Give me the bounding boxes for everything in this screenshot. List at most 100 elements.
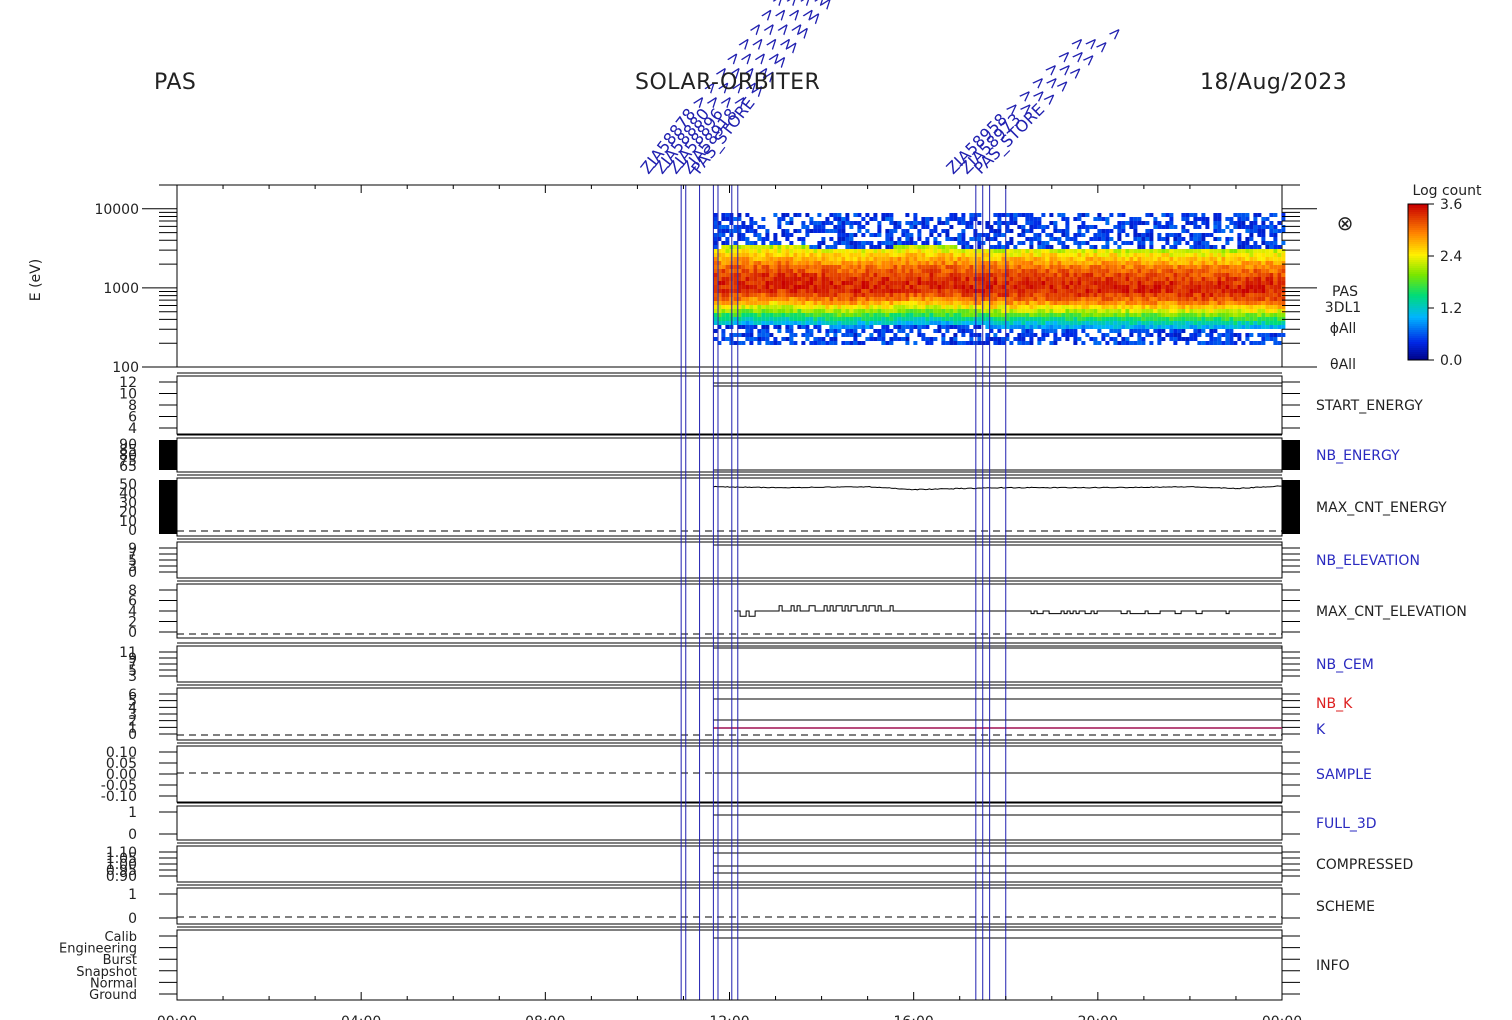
spectrogram-cell [769,305,774,309]
spectrogram-cell [1225,277,1230,281]
spectrogram-cell [881,341,886,345]
spectrogram-cell [1129,281,1134,285]
colorbar-tick-label: 1.2 [1440,301,1462,317]
spectrogram-cell [1249,281,1254,285]
spectrogram-cell [753,265,758,269]
spectrogram-cell [821,273,826,277]
spectrogram-cell [1017,261,1022,265]
spectrogram-cell [829,253,834,257]
spectrogram-cell [781,217,786,221]
side-label-theta: θAll [1330,357,1356,373]
spectrogram-cell [949,301,954,305]
spectrogram-cell [1193,337,1198,341]
spectrogram-cell [761,253,766,257]
spectrogram-cell [837,265,842,269]
spectrogram-cell [1209,277,1214,281]
spectrogram-cell [745,333,750,337]
spectrogram-cell [1049,257,1054,261]
spectrogram-cell [809,265,814,269]
spectrogram-cell [797,229,802,233]
spectrogram-cell [801,321,806,325]
spectrogram-cell [885,329,890,333]
spectrogram-cell [1069,265,1074,269]
spectrogram-cell [1033,273,1038,277]
spectrogram-cell [829,213,834,217]
spectrogram-cell [1101,245,1106,249]
spectrogram-cell [913,269,918,273]
spectrogram-cell [901,305,906,309]
spectrogram-cell [1001,257,1006,261]
spectrogram-cell [1117,225,1122,229]
spectrogram-cell [1069,277,1074,281]
spectrogram-cell [713,213,718,217]
spectrogram-cell [1041,333,1046,337]
spectrogram-cell [1145,213,1150,217]
spectrogram-cell [921,221,926,225]
spectrogram-cell [753,245,758,249]
spectrogram-cell [961,333,966,337]
spectrogram-cell [809,333,814,337]
spectrogram-cell [957,261,962,265]
spectrogram-cell [713,225,718,229]
panel-label: FULL_3D [1316,816,1377,832]
spectrogram-cell [1145,329,1150,333]
spectrogram-cell [1145,285,1150,289]
spectrogram-cell [749,305,754,309]
spectrogram-cell [1121,241,1126,245]
spectrogram-cell [1169,269,1174,273]
spectrogram-cell [1037,261,1042,265]
spectrogram-cell [1149,341,1154,345]
spectrogram-cell [1185,249,1190,253]
y-axis-label: E (eV) [28,259,44,301]
spectrogram-cell [1113,293,1118,297]
spectrogram-cell [721,305,726,309]
spectrogram-cell [1081,265,1086,269]
spectrogram-cell [1137,253,1142,257]
spectrogram-cell [1265,225,1270,229]
spectrogram-cell [1121,305,1126,309]
spectrogram-cell [1017,301,1022,305]
spectrogram-cell [1013,245,1018,249]
spectrogram-cell [801,333,806,337]
spectrogram-cell [941,305,946,309]
spectrogram-cell [1145,237,1150,241]
spectrogram-cell [1233,325,1238,329]
spectrogram-cell [817,273,822,277]
spectrogram-cell [1165,225,1170,229]
spectrogram-cell [1009,221,1014,225]
spectrogram-cell [773,249,778,253]
spectrogram-cell [853,321,858,325]
spectrogram-cell [1237,297,1242,301]
spectrogram-cell [953,289,958,293]
spectrogram-cell [885,245,890,249]
spectrogram-cell [845,217,850,221]
spectrogram-cell [1173,249,1178,253]
spectrogram-cell [865,277,870,281]
spectrogram-cell [881,297,886,301]
spectrogram-cell [1185,241,1190,245]
spectrogram-cell [1137,237,1142,241]
spectrogram-cell [765,245,770,249]
spectrogram-cell [1121,313,1126,317]
spectrogram-cell [1205,269,1210,273]
spectrogram-cell [1193,241,1198,245]
spectrogram-cell [837,281,842,285]
spectrogram-cell [893,333,898,337]
spectrogram-cell [1233,257,1238,261]
spectrogram-cell [1229,305,1234,309]
spectrogram-cell [953,277,958,281]
spectrogram-cell [937,285,942,289]
colorbar-tick-label: 3.6 [1440,197,1462,213]
spectrogram-cell [1125,337,1130,341]
panel-label: MAX_CNT_ENERGY [1316,500,1447,516]
spectrogram-cell [885,233,890,237]
spectrogram-cell [1141,281,1146,285]
spectrogram-cell [1033,277,1038,281]
colorbar-cell [1408,230,1428,232]
spectrogram-cell [745,261,750,265]
spectrogram-cell [821,321,826,325]
spectrogram-cell [945,305,950,309]
x-tick-label: 20:00 [1078,1014,1118,1020]
spectrogram-cell [753,317,758,321]
spectrogram-cell [1085,265,1090,269]
